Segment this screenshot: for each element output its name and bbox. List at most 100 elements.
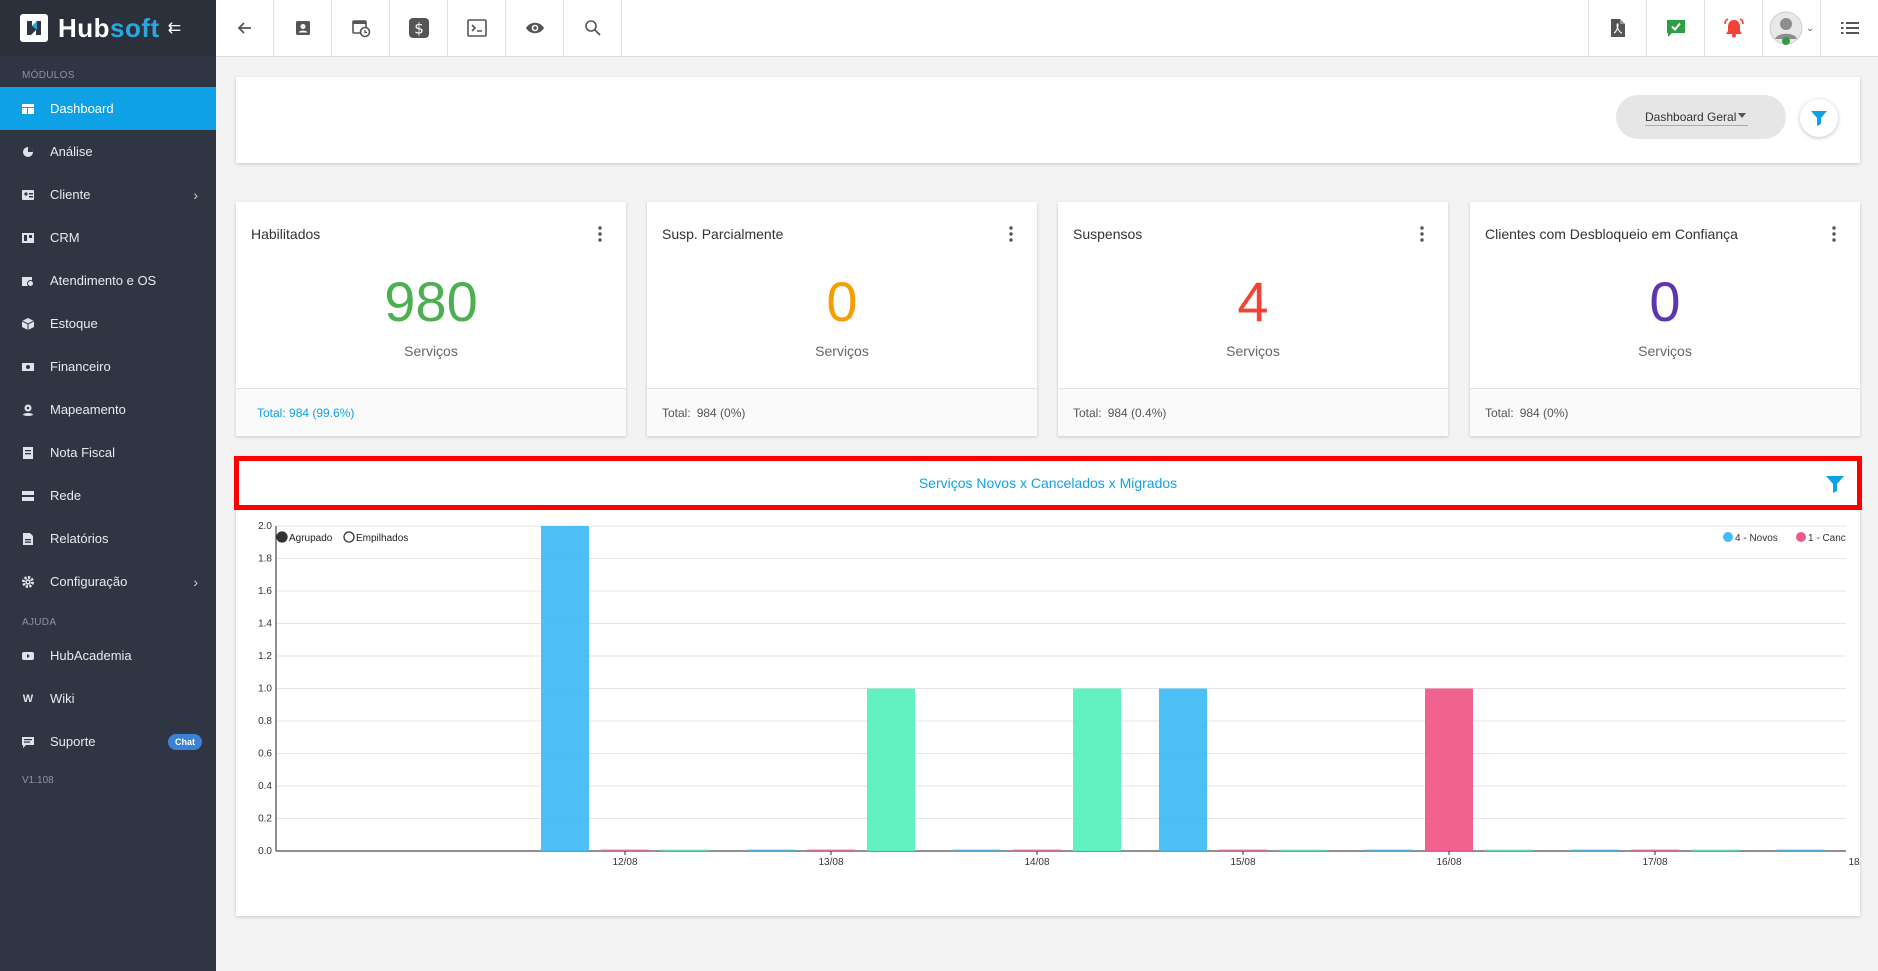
stat-footer: Total: 984 (0%): [1470, 388, 1860, 436]
mode-radio-agrupado[interactable]: [276, 531, 288, 543]
bar[interactable]: [1691, 849, 1739, 852]
chart-card: Serviços Novos x Cancelados x Migrados 0…: [234, 456, 1862, 916]
sidebar-item-crm[interactable]: CRM: [0, 216, 216, 259]
dashboard-icon: [22, 103, 34, 115]
bar[interactable]: [1631, 849, 1679, 852]
bar[interactable]: [601, 849, 649, 852]
brand-name: Hubsoft: [58, 12, 160, 43]
sidebar-item-label: Mapeamento: [50, 402, 126, 417]
sidebar-item-wiki[interactable]: W Wiki: [0, 677, 216, 720]
bar[interactable]: [1365, 849, 1413, 852]
y-tick-label: 0.6: [258, 749, 272, 760]
bar[interactable]: [1425, 688, 1473, 852]
sidebar-item-label: Atendimento e OS: [50, 273, 157, 288]
brand-header: Hubsoft ⇇: [0, 0, 216, 56]
sidebar-item-atendimento[interactable]: Atendimento e OS: [0, 259, 216, 302]
terminal-icon[interactable]: [448, 0, 506, 56]
alarm-bell-icon[interactable]: [1704, 0, 1762, 56]
dollar-icon[interactable]: $: [390, 0, 448, 56]
map-pin-icon: [22, 404, 34, 416]
hubsoft-logo-icon: [20, 14, 48, 42]
bar[interactable]: [1485, 849, 1533, 852]
bar[interactable]: [1013, 849, 1061, 852]
mode-radio-empilhados[interactable]: [343, 531, 355, 543]
list-menu-icon[interactable]: [1820, 0, 1878, 56]
bar[interactable]: [747, 849, 795, 852]
stat-card-suspensos: Suspensos 4 Serviços Total: 984 (0.4%): [1058, 202, 1448, 436]
stat-footer-value: 984 (0.4%): [1107, 405, 1167, 420]
sidebar-item-cliente[interactable]: Cliente ›: [0, 173, 216, 216]
svg-text:$: $: [414, 20, 424, 38]
stat-title: Susp. Parcialmente: [662, 226, 784, 242]
legend-label[interactable]: 4 - Novos: [1735, 533, 1778, 544]
chart-header: Serviços Novos x Cancelados x Migrados: [234, 456, 1862, 510]
legend-marker[interactable]: [1796, 532, 1806, 542]
stat-footer: Total: 984 (99.6%): [236, 388, 626, 436]
bar[interactable]: [867, 688, 915, 852]
dashboard-select-value: Dashboard Geral: [1645, 110, 1737, 124]
user-avatar-icon[interactable]: ⌄: [1762, 0, 1820, 56]
collapse-left-icon[interactable]: ⇇: [168, 18, 181, 38]
app-version: V1.108: [22, 775, 54, 786]
sidebar-item-label: Configuração: [50, 574, 128, 589]
sidebar-item-rede[interactable]: Rede: [0, 474, 216, 517]
sidebar-item-dashboard[interactable]: Dashboard: [0, 87, 216, 130]
bar[interactable]: [1279, 849, 1327, 852]
y-tick-label: 0.4: [258, 781, 272, 792]
section-label-modules: MÓDULOS: [22, 70, 75, 81]
sidebar-item-hubacademia[interactable]: HubAcademia: [0, 634, 216, 677]
youtube-icon: [22, 650, 34, 662]
bar[interactable]: [1571, 849, 1619, 852]
sidebar-item-configuracao[interactable]: Configuração ›: [0, 560, 216, 603]
bar[interactable]: [1219, 849, 1267, 852]
more-vert-icon[interactable]: [1420, 226, 1424, 247]
stat-value: 980: [384, 270, 478, 333]
sidebar-item-financeiro[interactable]: Financeiro: [0, 345, 216, 388]
bar[interactable]: [1159, 688, 1207, 852]
bar[interactable]: [1777, 849, 1825, 852]
search-icon[interactable]: [564, 0, 622, 56]
bar[interactable]: [541, 526, 589, 851]
sidebar-item-mapeamento[interactable]: Mapeamento: [0, 388, 216, 431]
chat-badge[interactable]: Chat: [168, 733, 202, 750]
dashboard-filter-button[interactable]: [1800, 99, 1838, 137]
chat-check-icon[interactable]: [1646, 0, 1704, 56]
sidebar-item-label: Análise: [50, 144, 93, 159]
sidebar-item-label: Nota Fiscal: [50, 445, 116, 460]
sidebar-item-suporte[interactable]: Suporte Chat: [0, 720, 216, 763]
sidebar-item-relatorios[interactable]: Relatórios: [0, 517, 216, 560]
bar[interactable]: [953, 849, 1001, 852]
more-vert-icon[interactable]: [1832, 226, 1836, 247]
stat-title: Habilitados: [251, 226, 321, 242]
stat-footer-value[interactable]: Total: 984 (99.6%): [257, 406, 354, 420]
stat-unit: Serviços: [404, 343, 458, 359]
contact-icon[interactable]: [274, 0, 332, 56]
x-tick-label: 16/08: [1436, 857, 1461, 868]
legend-marker[interactable]: [1723, 532, 1733, 542]
legend-label[interactable]: 1 - Canc: [1808, 533, 1846, 544]
dashboard-select[interactable]: Dashboard Geral: [1616, 95, 1786, 139]
more-vert-icon[interactable]: [598, 226, 602, 247]
bar[interactable]: [661, 849, 709, 852]
sidebar-item-estoque[interactable]: Estoque: [0, 302, 216, 345]
bar[interactable]: [1073, 688, 1121, 852]
stat-card-desbloqueio-confianca: Clientes com Desbloqueio em Confiança 0 …: [1470, 202, 1860, 436]
chart-filter-button[interactable]: [1825, 474, 1845, 499]
stat-footer-label: Total:: [1485, 405, 1514, 420]
bar[interactable]: [807, 849, 855, 852]
chevron-right-icon: ›: [193, 573, 198, 590]
pdf-icon[interactable]: [1588, 0, 1646, 56]
sidebar-item-label: Dashboard: [50, 101, 114, 116]
sidebar-item-analise[interactable]: Análise: [0, 130, 216, 173]
stat-card-habilitados: Habilitados 980 Serviços Total: 984 (99.…: [236, 202, 626, 436]
back-arrow-icon[interactable]: [216, 0, 274, 56]
dashboard-filter-card: Dashboard Geral: [236, 77, 1860, 163]
eye-icon[interactable]: [506, 0, 564, 56]
section-label-help: AJUDA: [22, 617, 57, 628]
more-vert-icon[interactable]: [1009, 226, 1013, 247]
stat-footer-label: Total:: [662, 405, 691, 420]
sidebar-item-label: Financeiro: [50, 359, 111, 374]
calendar-clock-icon[interactable]: [332, 0, 390, 56]
sidebar-item-nota-fiscal[interactable]: Nota Fiscal: [0, 431, 216, 474]
